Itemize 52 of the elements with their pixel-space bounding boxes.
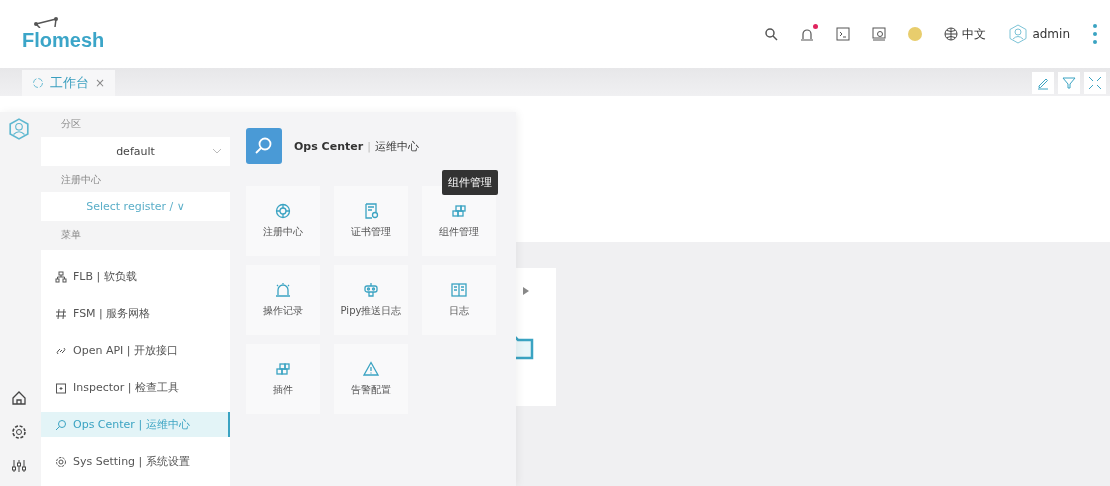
- alarm-icon: [275, 282, 291, 298]
- language-link[interactable]: 中文: [962, 25, 987, 43]
- blocks-icon: [275, 361, 291, 377]
- search-icon: [55, 418, 67, 431]
- warning-icon: [363, 361, 379, 377]
- field-label: 注册中心: [60, 172, 102, 187]
- blocks-icon: [451, 203, 467, 219]
- home-icon[interactable]: [11, 390, 27, 406]
- app-tile[interactable]: 操作记录: [246, 265, 320, 335]
- box-icon: [55, 381, 67, 394]
- partition-select[interactable]: default: [41, 136, 230, 166]
- menu-item[interactable]: Inspector | 检查工具: [41, 375, 230, 401]
- book-icon: [451, 282, 467, 298]
- app-tile[interactable]: 告警配置: [334, 344, 408, 414]
- tooltip: 组件管理: [442, 170, 498, 195]
- terminal-icon[interactable]: [836, 27, 851, 41]
- app-tile[interactable]: 证书管理: [334, 186, 408, 256]
- fullscreen-icon: [1088, 76, 1102, 90]
- monitor-icon[interactable]: [872, 27, 887, 41]
- robot-icon: [363, 282, 379, 298]
- logo: Flomesh: [22, 16, 105, 52]
- app-tile[interactable]: 注册中心: [246, 186, 320, 256]
- app-tile[interactable]: Pipy推送日志: [334, 265, 408, 335]
- sliders-icon[interactable]: [11, 458, 27, 474]
- search-icon: [246, 128, 282, 164]
- menu-item[interactable]: Open API | 开放接口: [41, 338, 230, 364]
- fullscreen-button[interactable]: [1084, 72, 1106, 94]
- field-label: 分区: [60, 117, 82, 131]
- expand-arrow-icon[interactable]: [522, 286, 530, 296]
- user-menu[interactable]: admin: [1008, 24, 1070, 44]
- search-icon[interactable]: [764, 27, 779, 41]
- loading-icon: [32, 77, 44, 89]
- pencil-icon: [1036, 76, 1050, 90]
- avatar-icon: [1008, 24, 1029, 44]
- section-label: 菜单: [60, 228, 82, 243]
- menu-item[interactable]: FSM | 服务网格: [41, 301, 230, 327]
- edit-button[interactable]: [1032, 72, 1054, 94]
- hash-icon: [55, 307, 67, 320]
- menu-item[interactable]: FLB | 软负载: [41, 264, 230, 290]
- filter-icon: [1062, 76, 1076, 90]
- app-tile[interactable]: 插件: [246, 344, 320, 414]
- avatar-icon: [8, 118, 30, 140]
- net-icon: [55, 270, 67, 283]
- more-icon[interactable]: [1092, 23, 1098, 45]
- certificate-icon: [363, 203, 379, 219]
- chevron-down-icon: [212, 148, 222, 155]
- settings-icon: [55, 455, 67, 468]
- alarm-icon[interactable]: [800, 27, 815, 41]
- panel-title: Ops Center | 运维中心: [294, 138, 419, 154]
- app-tile[interactable]: 日志: [422, 265, 496, 335]
- settings-icon[interactable]: [11, 424, 27, 440]
- menu-item[interactable]: Sys Setting | 系统设置: [41, 449, 230, 475]
